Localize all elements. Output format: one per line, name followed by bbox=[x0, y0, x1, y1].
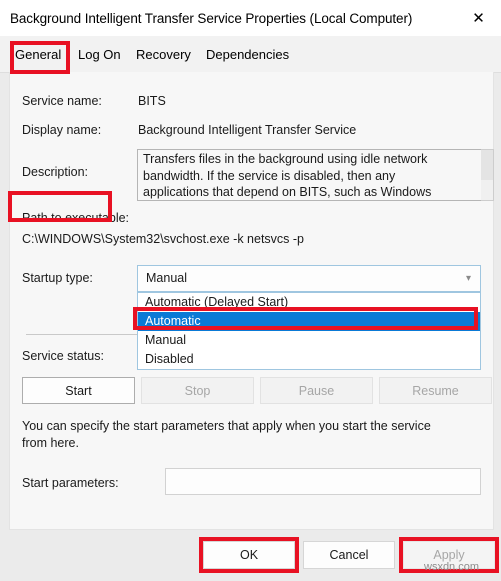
display-name-value: Background Intelligent Transfer Service bbox=[138, 123, 357, 137]
description-scrollbar-thumb[interactable] bbox=[481, 150, 493, 180]
close-icon[interactable]: ✕ bbox=[456, 0, 501, 36]
service-name-label: Service name: bbox=[22, 94, 102, 108]
startup-type-label: Startup type: bbox=[22, 271, 93, 285]
start-parameters-hint: You can specify the start parameters tha… bbox=[22, 419, 431, 450]
tab-recovery[interactable]: Recovery bbox=[136, 36, 191, 72]
service-name-value: BITS bbox=[138, 94, 166, 108]
dropdown-option-disabled[interactable]: Disabled bbox=[138, 350, 480, 369]
dropdown-option-automatic-delayed-start[interactable]: Automatic (Delayed Start) bbox=[138, 293, 480, 312]
startup-type-combobox[interactable]: Manual ▾ bbox=[137, 265, 481, 292]
pause-button: Pause bbox=[260, 377, 373, 404]
description-textbox[interactable]: Transfers files in the background using … bbox=[137, 149, 482, 201]
section-divider bbox=[26, 334, 138, 335]
ok-button[interactable]: OK bbox=[203, 541, 295, 569]
tab-strip: General Log On Recovery Dependencies bbox=[0, 36, 501, 73]
stop-button: Stop bbox=[141, 377, 254, 404]
dropdown-option-manual[interactable]: Manual bbox=[138, 331, 480, 350]
path-to-executable-label: Path to executable: bbox=[22, 211, 130, 225]
start-parameters-label: Start parameters: bbox=[22, 476, 119, 490]
start-parameters-input[interactable] bbox=[165, 468, 481, 495]
tab-general[interactable]: General bbox=[15, 36, 61, 72]
description-label: Description: bbox=[22, 165, 88, 179]
cancel-button[interactable]: Cancel bbox=[303, 541, 395, 569]
window-title: Background Intelligent Transfer Service … bbox=[10, 10, 413, 26]
dropdown-option-automatic[interactable]: Automatic bbox=[138, 312, 480, 331]
title-bar: Background Intelligent Transfer Service … bbox=[0, 0, 501, 36]
display-name-label: Display name: bbox=[22, 123, 102, 137]
description-scrollbar[interactable] bbox=[481, 149, 494, 201]
general-tab-panel: Service name: BITS Display name: Backgro… bbox=[9, 72, 494, 530]
path-to-executable-value: C:\WINDOWS\System32\svchost.exe -k netsv… bbox=[22, 232, 305, 246]
watermark: wsxdn.com bbox=[424, 561, 480, 573]
startup-type-dropdown-list[interactable]: Automatic (Delayed Start) Automatic Manu… bbox=[137, 292, 481, 370]
chevron-down-icon: ▾ bbox=[465, 273, 471, 284]
description-text: Transfers files in the background using … bbox=[143, 152, 432, 199]
startup-type-selected-value: Manual bbox=[146, 271, 187, 285]
tab-log-on[interactable]: Log On bbox=[78, 36, 121, 72]
service-status-label: Service status: bbox=[22, 349, 104, 363]
tab-dependencies[interactable]: Dependencies bbox=[206, 36, 289, 72]
resume-button: Resume bbox=[379, 377, 492, 404]
start-button[interactable]: Start bbox=[22, 377, 135, 404]
